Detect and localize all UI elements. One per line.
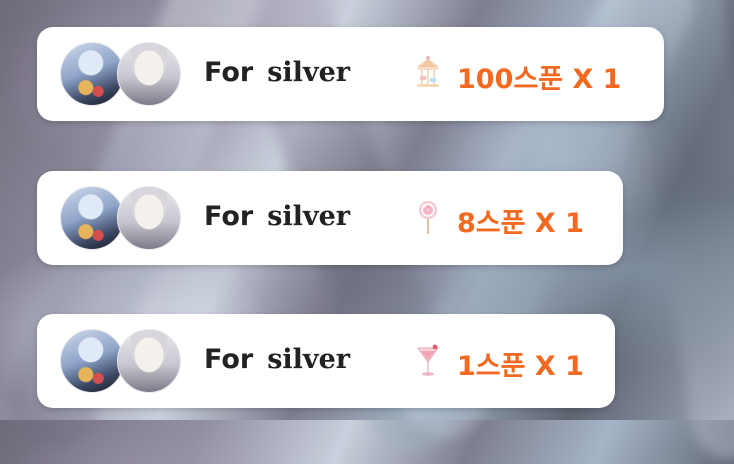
- sender-name: For silver: [204, 344, 350, 375]
- cocktail-icon: [417, 344, 439, 376]
- lollipop-icon: [419, 201, 437, 234]
- sender-name-suffix: silver: [267, 201, 351, 232]
- sender-avatar[interactable]: [60, 329, 124, 393]
- sender-avatar[interactable]: [60, 186, 124, 250]
- gift-amount-label: 1스푼 X 1: [457, 351, 584, 382]
- sender-name: For silver: [204, 57, 350, 88]
- gift-notification-card[interactable]: For silver 1스푼 X 1: [37, 314, 615, 408]
- carousel-icon: [417, 56, 439, 87]
- sender-name-prefix: For: [204, 57, 254, 88]
- gift-notification-card[interactable]: For silver 8스푼 X 1: [37, 171, 623, 265]
- gift-amount-label: 8스푼 X 1: [457, 208, 584, 239]
- recipient-avatar[interactable]: [117, 186, 181, 250]
- sender-avatar[interactable]: [60, 42, 124, 106]
- gift-amount-label: 100스푼 X 1: [457, 64, 622, 95]
- recipient-avatar[interactable]: [117, 329, 181, 393]
- sender-name-prefix: For: [204, 201, 254, 232]
- recipient-avatar[interactable]: [117, 42, 181, 106]
- sender-name-prefix: For: [204, 344, 254, 375]
- gift-notification-card[interactable]: For silver 100스푼 X 1: [37, 27, 664, 121]
- sender-name-suffix: silver: [267, 57, 351, 88]
- sender-name: For silver: [204, 201, 350, 232]
- sender-name-suffix: silver: [267, 344, 351, 375]
